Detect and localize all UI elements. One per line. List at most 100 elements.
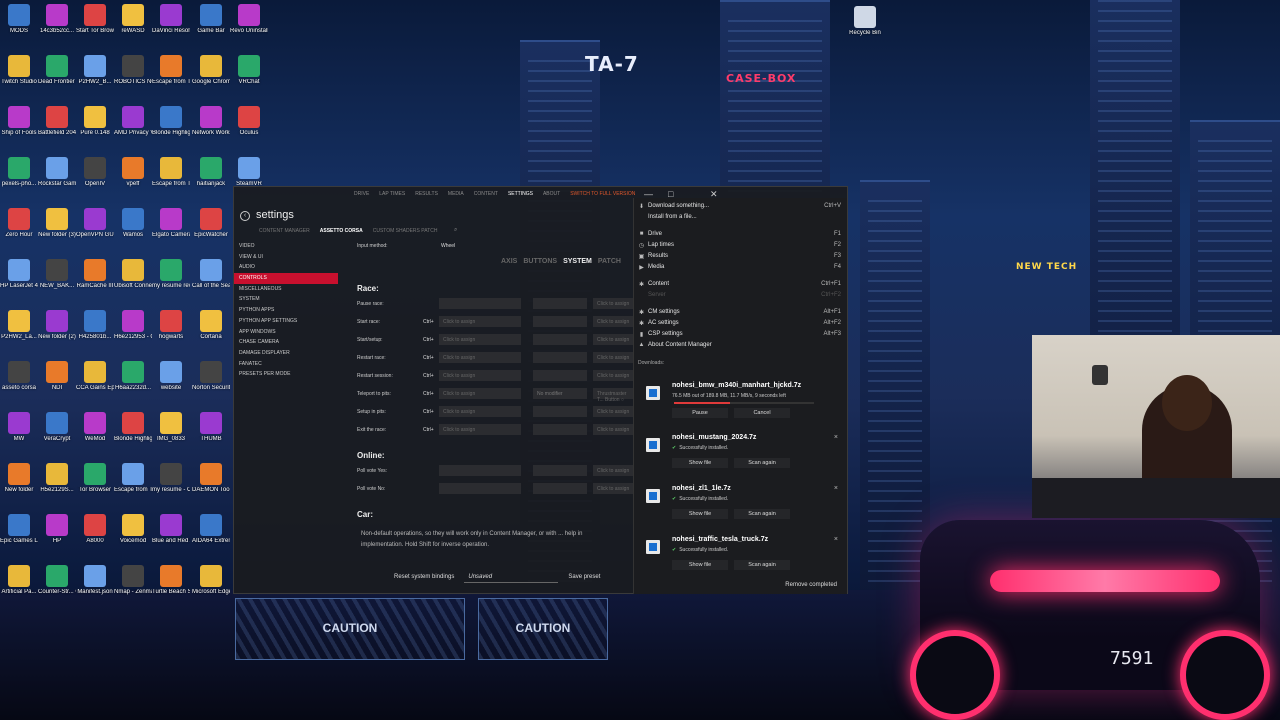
assign-slot[interactable]: Click to assign — [439, 334, 521, 345]
modifier-slot[interactable] — [533, 316, 587, 327]
settings-subtab[interactable]: CONTENT MANAGER — [259, 228, 310, 234]
dismiss-icon[interactable]: × — [834, 485, 838, 492]
desktop-shortcut[interactable]: THUMB — [192, 412, 230, 443]
assign-slot[interactable]: Click to assign — [439, 388, 521, 399]
desktop-shortcut[interactable]: P2HW2_B... — [76, 55, 114, 86]
desktop-shortcut[interactable]: MW — [0, 412, 38, 443]
desktop-shortcut[interactable]: haitianjack — [192, 157, 230, 188]
desktop-shortcut[interactable]: pexels-pho... — [0, 157, 38, 188]
desktop-shortcut[interactable]: New folder — [0, 463, 38, 494]
desktop-shortcut[interactable]: Escape from Tarkov_Lu... — [114, 463, 152, 494]
menu-item[interactable]: ✱ AC settings Alt+F2 — [638, 319, 841, 329]
menu-item[interactable]: ⬇ Download something... Ctrl+V — [638, 202, 841, 212]
control-tab[interactable]: BUTTONS — [523, 258, 557, 265]
scan-again-button[interactable]: Scan again — [734, 458, 790, 468]
desktop-shortcut[interactable]: Ship of Fools — [0, 106, 38, 137]
recycle-bin-icon[interactable]: Recycle Bin — [846, 6, 884, 37]
desktop-shortcut[interactable]: WeMod — [76, 412, 114, 443]
desktop-shortcut[interactable]: VRChat — [230, 55, 268, 86]
assign-slot-secondary[interactable]: Click to assign — [593, 483, 637, 494]
desktop-shortcut[interactable]: Elgato Camera Hub — [152, 208, 190, 239]
assign-slot-secondary[interactable]: Click to assign — [593, 316, 637, 327]
desktop-shortcut[interactable]: Voicemod — [114, 514, 152, 545]
nav-tab[interactable]: MEDIA — [448, 191, 464, 197]
desktop-shortcut[interactable]: Blonde Highlight F... — [114, 412, 152, 443]
settings-subtab[interactable]: ASSETTO CORSA — [320, 228, 363, 234]
desktop-shortcut[interactable]: Network Workstat... — [192, 106, 230, 137]
back-arrow-icon[interactable]: ‹ — [240, 211, 250, 221]
sidebar-item[interactable]: MISCELLANEOUS — [234, 284, 338, 295]
modifier-slot[interactable] — [533, 298, 587, 309]
assign-slot-secondary[interactable]: Click to assign — [593, 370, 637, 381]
desktop-shortcut[interactable]: SteamVR — [230, 157, 268, 188]
desktop-shortcut[interactable]: Zero Hour — [0, 208, 38, 239]
control-tab[interactable]: AXIS — [501, 258, 517, 265]
sidebar-item[interactable]: SYSTEM — [234, 294, 338, 305]
desktop-shortcut[interactable]: asseto corsa — [0, 361, 38, 392]
desktop-shortcut[interactable]: my resume - Copy — [152, 463, 190, 494]
modifier-slot[interactable] — [533, 483, 587, 494]
desktop-shortcut[interactable]: Escape from Tarkov SP... — [152, 55, 190, 86]
desktop-shortcut[interactable]: 14c3b52cc... — [38, 4, 76, 35]
show-file-button[interactable]: Show file — [672, 560, 728, 570]
desktop-shortcut[interactable]: reWASD — [114, 4, 152, 35]
desktop-shortcut[interactable]: Escape from Tarkov SP... — [152, 157, 190, 188]
assign-slot[interactable] — [439, 465, 521, 476]
desktop-shortcut[interactable]: Twitch Studio — [0, 55, 38, 86]
scan-again-button[interactable]: Scan again — [734, 509, 790, 519]
desktop-shortcut[interactable]: Ubisoft Connect — [114, 259, 152, 290]
desktop-shortcut[interactable]: HP — [38, 514, 76, 545]
modifier-slot[interactable] — [533, 465, 587, 476]
desktop-shortcut[interactable]: Google Chrome — [192, 55, 230, 86]
desktop-shortcut[interactable]: website — [152, 361, 190, 392]
sidebar-item[interactable]: VIDEO — [234, 241, 338, 252]
input-method-select[interactable]: Wheel — [441, 243, 455, 249]
assign-slot[interactable]: Click to assign — [439, 424, 521, 435]
nav-tab[interactable]: SETTINGS — [508, 191, 533, 197]
desktop-shortcut[interactable]: AIDA64 Extreme — [192, 514, 230, 545]
menu-item[interactable]: Install from a file... — [638, 213, 841, 223]
nav-tab[interactable]: CONTENT — [474, 191, 498, 197]
pause-button[interactable]: Pause — [672, 408, 728, 418]
desktop-shortcut[interactable]: Cortana — [192, 310, 230, 341]
dismiss-icon[interactable]: × — [834, 536, 838, 543]
assign-slot-secondary[interactable]: Click to assign — [593, 334, 637, 345]
nav-tab[interactable]: ABOUT — [543, 191, 560, 197]
sidebar-item[interactable]: PRESETS PER MODE — [234, 369, 338, 380]
desktop-shortcut[interactable]: Start Tor Browser — [76, 4, 114, 35]
desktop-shortcut[interactable]: H5e2129S... — [38, 463, 76, 494]
assign-slot[interactable]: Click to assign — [439, 316, 521, 327]
assign-slot-secondary[interactable]: Thrustmaster T... Button ○ — [593, 388, 637, 403]
modifier-slot[interactable] — [533, 424, 587, 435]
nav-tab[interactable]: SWITCH TO FULL VERSION — [570, 191, 635, 197]
assign-slot-secondary[interactable]: Click to assign — [593, 298, 637, 309]
desktop-shortcut[interactable]: Game Bar — [192, 4, 230, 35]
nav-tab[interactable]: DRIVE — [354, 191, 369, 197]
desktop-shortcut[interactable]: ROBOTICS NOTES — [114, 55, 152, 86]
modifier-slot[interactable]: No modifier — [533, 388, 587, 399]
sidebar-item[interactable]: AUDIO — [234, 262, 338, 273]
sidebar-item[interactable]: PYTHON APP SETTINGS — [234, 316, 338, 327]
save-preset-button[interactable]: Save preset — [568, 574, 600, 580]
menu-item[interactable]: ◷ Lap times F2 — [638, 241, 841, 251]
desktop-shortcut[interactable]: Rockstar Games ... — [38, 157, 76, 188]
modifier-slot[interactable] — [533, 352, 587, 363]
desktop-shortcut[interactable]: New folder (3) — [38, 208, 76, 239]
desktop-shortcut[interactable]: Wamos — [114, 208, 152, 239]
menu-item[interactable]: ▣ Results F3 — [638, 252, 841, 262]
menu-item[interactable]: ▶ Media F4 — [638, 263, 841, 273]
nav-tab[interactable]: LAP TIMES — [379, 191, 405, 197]
desktop-shortcut[interactable]: OpenVPN GUI — [76, 208, 114, 239]
scan-again-button[interactable]: Scan again — [734, 560, 790, 570]
control-tab[interactable]: PATCH — [598, 258, 621, 265]
modifier-slot[interactable] — [533, 406, 587, 417]
desktop-shortcut[interactable]: Blonde Highlight F... — [152, 106, 190, 137]
preset-select[interactable]: Unsaved — [464, 571, 559, 583]
desktop-shortcut[interactable]: P2HW2_La... — [0, 310, 38, 341]
cancel-button[interactable]: Cancel — [734, 408, 790, 418]
assign-slot[interactable] — [439, 298, 521, 309]
desktop-shortcut[interactable]: OpenIV — [76, 157, 114, 188]
remove-completed-button[interactable]: Remove completed — [785, 582, 837, 588]
sidebar-item[interactable]: FANATEC — [234, 359, 338, 370]
desktop-shortcut[interactable]: Manifest.json — [76, 565, 114, 596]
